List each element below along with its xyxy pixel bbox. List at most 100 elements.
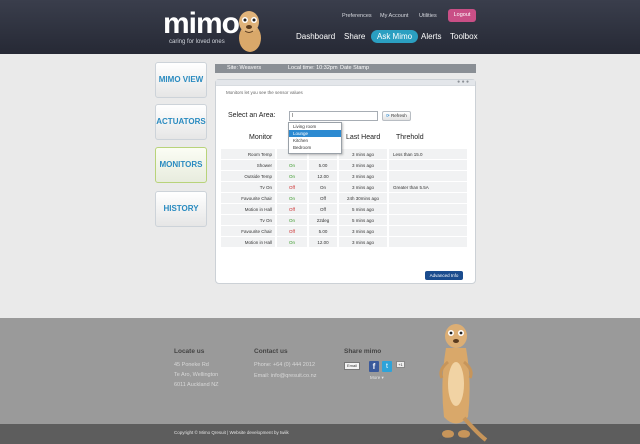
monitor-value: On	[309, 182, 339, 192]
col-monitor: Monitor	[249, 134, 273, 141]
copyright: Copyright © Mimo Qresuit | Website devel…	[174, 430, 289, 435]
address-line: 6011 Auckland NZ	[174, 382, 219, 388]
monitor-state: On	[277, 160, 309, 170]
refresh-icon: ⟳	[386, 113, 390, 118]
monitor-last-heard: 24h 30mins ago	[339, 193, 389, 203]
monitor-threshold	[389, 204, 469, 214]
table-row: Tv On On 22deg 5 mins ago	[221, 215, 469, 225]
table-row: Outside Temp On 12.00 3 mins ago	[221, 171, 469, 181]
select-area-label: Select an Area:	[228, 112, 276, 119]
monitor-threshold	[389, 215, 469, 225]
table-row: Tv On Off On 3 mins ago Greater than 5.5A	[221, 182, 469, 192]
monitor-name: Tv On	[221, 215, 277, 225]
footer	[0, 318, 640, 430]
monitor-state: On	[277, 215, 309, 225]
monitor-value: 5.00	[309, 160, 339, 170]
dropdown-option[interactable]: Living room	[289, 123, 341, 130]
monitor-name: Motion in Hall	[221, 237, 277, 247]
tab-actuators[interactable]: ACTUATORS	[155, 104, 207, 140]
my-account-link[interactable]: My Account	[380, 13, 408, 19]
meerkat-head-icon	[239, 11, 261, 52]
nav-dashboard[interactable]: Dashboard	[296, 32, 335, 41]
contact-phone: Phone: +64 (0) 444 2012	[254, 362, 316, 368]
monitor-threshold	[389, 226, 469, 236]
monitor-state: On	[277, 193, 309, 203]
tab-history[interactable]: HISTORY	[155, 191, 207, 227]
area-dropdown[interactable]: Living room Lounge Kitchen Bedroom	[288, 122, 342, 154]
header: mimo caring for loved ones Preferences M…	[0, 0, 640, 54]
monitor-value: 22deg	[309, 215, 339, 225]
monitor-last-heard: 3 mins ago	[339, 182, 389, 192]
logo[interactable]: mimo caring for loved ones	[163, 9, 240, 46]
plus-one-icon[interactable]: +1	[396, 361, 405, 368]
monitor-threshold: Less than 15.0	[389, 149, 469, 159]
refresh-label: Refresh	[391, 113, 407, 118]
monitor-name: Outside Temp	[221, 171, 277, 181]
refresh-button[interactable]: ⟳ Refresh	[382, 111, 411, 121]
monitor-last-heard: 3 mins ago	[339, 226, 389, 236]
table-row: Shower On 5.00 3 mins ago	[221, 160, 469, 170]
col-last-heard: Last Heard	[346, 134, 381, 141]
monitor-threshold: Greater than 5.5A	[389, 182, 469, 192]
monitor-last-heard: 5 mins ago	[339, 204, 389, 214]
panel-subtitle: Monitors let you see the sensor values	[226, 90, 303, 95]
address-line: Te Aro, Wellington	[174, 372, 219, 378]
monitor-name: Motion in Hall	[221, 204, 277, 214]
monitor-name: Room Temp	[221, 149, 277, 159]
table-row: Favourite Chair Off 5.00 3 mins ago	[221, 226, 469, 236]
monitor-threshold	[389, 171, 469, 181]
address-line: 45 Poneke Rd	[174, 362, 209, 368]
nav-toolbox[interactable]: Toolbox	[450, 32, 478, 41]
monitor-state: On	[277, 171, 309, 181]
monitor-threshold	[389, 160, 469, 170]
nav-alerts[interactable]: Alerts	[421, 32, 441, 41]
monitor-state: Off	[277, 182, 309, 192]
meerkat-mascot-icon	[438, 324, 488, 443]
monitor-last-heard: 3 mins ago	[339, 171, 389, 181]
monitor-threshold	[389, 193, 469, 203]
nav-ask-mimo[interactable]: Ask Mimo	[371, 30, 419, 43]
panel-options-icon[interactable]: ● ● ●	[457, 79, 469, 85]
panel-header: ● ● ●	[216, 79, 475, 86]
monitor-value: Off	[309, 193, 339, 203]
contact-email[interactable]: Email: info@qresuit.co.nz	[254, 373, 316, 379]
utilities-link[interactable]: Utilities	[419, 13, 437, 19]
monitor-last-heard: 3 mins ago	[339, 237, 389, 247]
twitter-icon[interactable]: t	[382, 361, 392, 372]
advanced-info-button[interactable]: Advanced Info	[425, 271, 463, 280]
logout-button[interactable]: Logout	[448, 9, 476, 22]
monitor-state: Off	[277, 204, 309, 214]
monitor-name: Tv On	[221, 182, 277, 192]
table-row: Motion in Hall On 12.00 3 mins ago	[221, 237, 469, 247]
monitor-name: Favourite Chair	[221, 226, 277, 236]
site-label: Site: Weavers	[227, 65, 262, 71]
tab-mimo-view[interactable]: MIMO VIEW	[155, 62, 207, 98]
monitor-name: Favourite Chair	[221, 193, 277, 203]
dropdown-option[interactable]: Kitchen	[289, 137, 341, 144]
monitor-value: 12.00	[309, 237, 339, 247]
monitor-state: Off	[277, 226, 309, 236]
more-share-link[interactable]: More ▾	[370, 375, 384, 381]
monitor-value: 12.00	[309, 171, 339, 181]
email-share-button[interactable]: Email	[344, 362, 360, 370]
tab-monitors[interactable]: MONITORS	[155, 147, 207, 183]
col-threshold: Threhold	[396, 134, 424, 141]
table-row: Room Temp 3 mins ago Less than 15.0	[221, 149, 469, 159]
table-row: Favourite Chair On Off 24h 30mins ago	[221, 193, 469, 203]
area-input[interactable]: l	[289, 111, 378, 121]
monitor-name: Shower	[221, 160, 277, 170]
more-label: More	[370, 375, 381, 380]
monitors-panel: ● ● ● Monitors let you see the sensor va…	[215, 79, 476, 284]
monitor-table: Room Temp 3 mins ago Less than 15.0 Shower O…	[221, 148, 469, 248]
monitor-state: On	[277, 237, 309, 247]
dropdown-option[interactable]: Bedroom	[289, 144, 341, 151]
dropdown-option-selected[interactable]: Lounge	[289, 130, 341, 137]
bottom-bar	[0, 424, 640, 444]
monitor-last-heard: 5 mins ago	[339, 215, 389, 225]
facebook-icon[interactable]: f	[369, 361, 379, 372]
monitor-last-heard: 3 mins ago	[339, 160, 389, 170]
monitor-last-heard: 3 mins ago	[339, 149, 389, 159]
nav-share[interactable]: Share	[344, 32, 365, 41]
preferences-link[interactable]: Preferences	[342, 13, 372, 19]
date-stamp: Date Stamp	[340, 65, 370, 71]
